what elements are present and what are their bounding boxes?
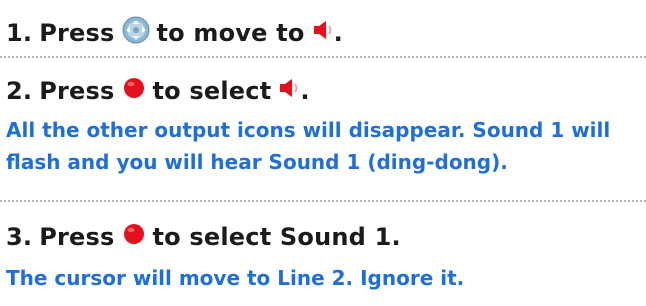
- step-3-note-line-1: The cursor will move to Line 2. Ignore i…: [6, 266, 465, 290]
- speaker-icon: [312, 18, 334, 48]
- step-3-text-before: Press: [39, 223, 115, 251]
- step-1-text-before: Press: [39, 19, 115, 47]
- step-3-number: 3.: [6, 223, 33, 251]
- step-1-trail: .: [333, 19, 343, 47]
- step-2-text-before: Press: [39, 77, 115, 105]
- step-2: 2. Press to select .: [6, 76, 310, 106]
- speaker-icon: [278, 76, 300, 106]
- step-1-text-after: to move to: [156, 19, 305, 47]
- instruction-page: 1. Press to move to . 2. Press to select…: [0, 0, 646, 306]
- step-3-text-after: to select Sound 1.: [152, 223, 401, 251]
- divider: [0, 200, 646, 202]
- step-2-text-after: to select: [152, 77, 272, 105]
- step-1-number: 1.: [6, 19, 33, 47]
- step-3: 3. Press to select Sound 1.: [6, 222, 401, 252]
- directional-pad-icon: [122, 16, 150, 50]
- step-2-note-line-2: flash and you will hear Sound 1 (ding-do…: [6, 150, 508, 174]
- divider: [0, 56, 646, 58]
- step-2-trail: .: [300, 77, 310, 105]
- step-2-note-line-1: All the other output icons will disappea…: [6, 118, 611, 142]
- red-button-icon: [122, 222, 146, 252]
- step-2-number: 2.: [6, 77, 33, 105]
- red-button-icon: [122, 76, 146, 106]
- step-1: 1. Press to move to .: [6, 16, 343, 50]
